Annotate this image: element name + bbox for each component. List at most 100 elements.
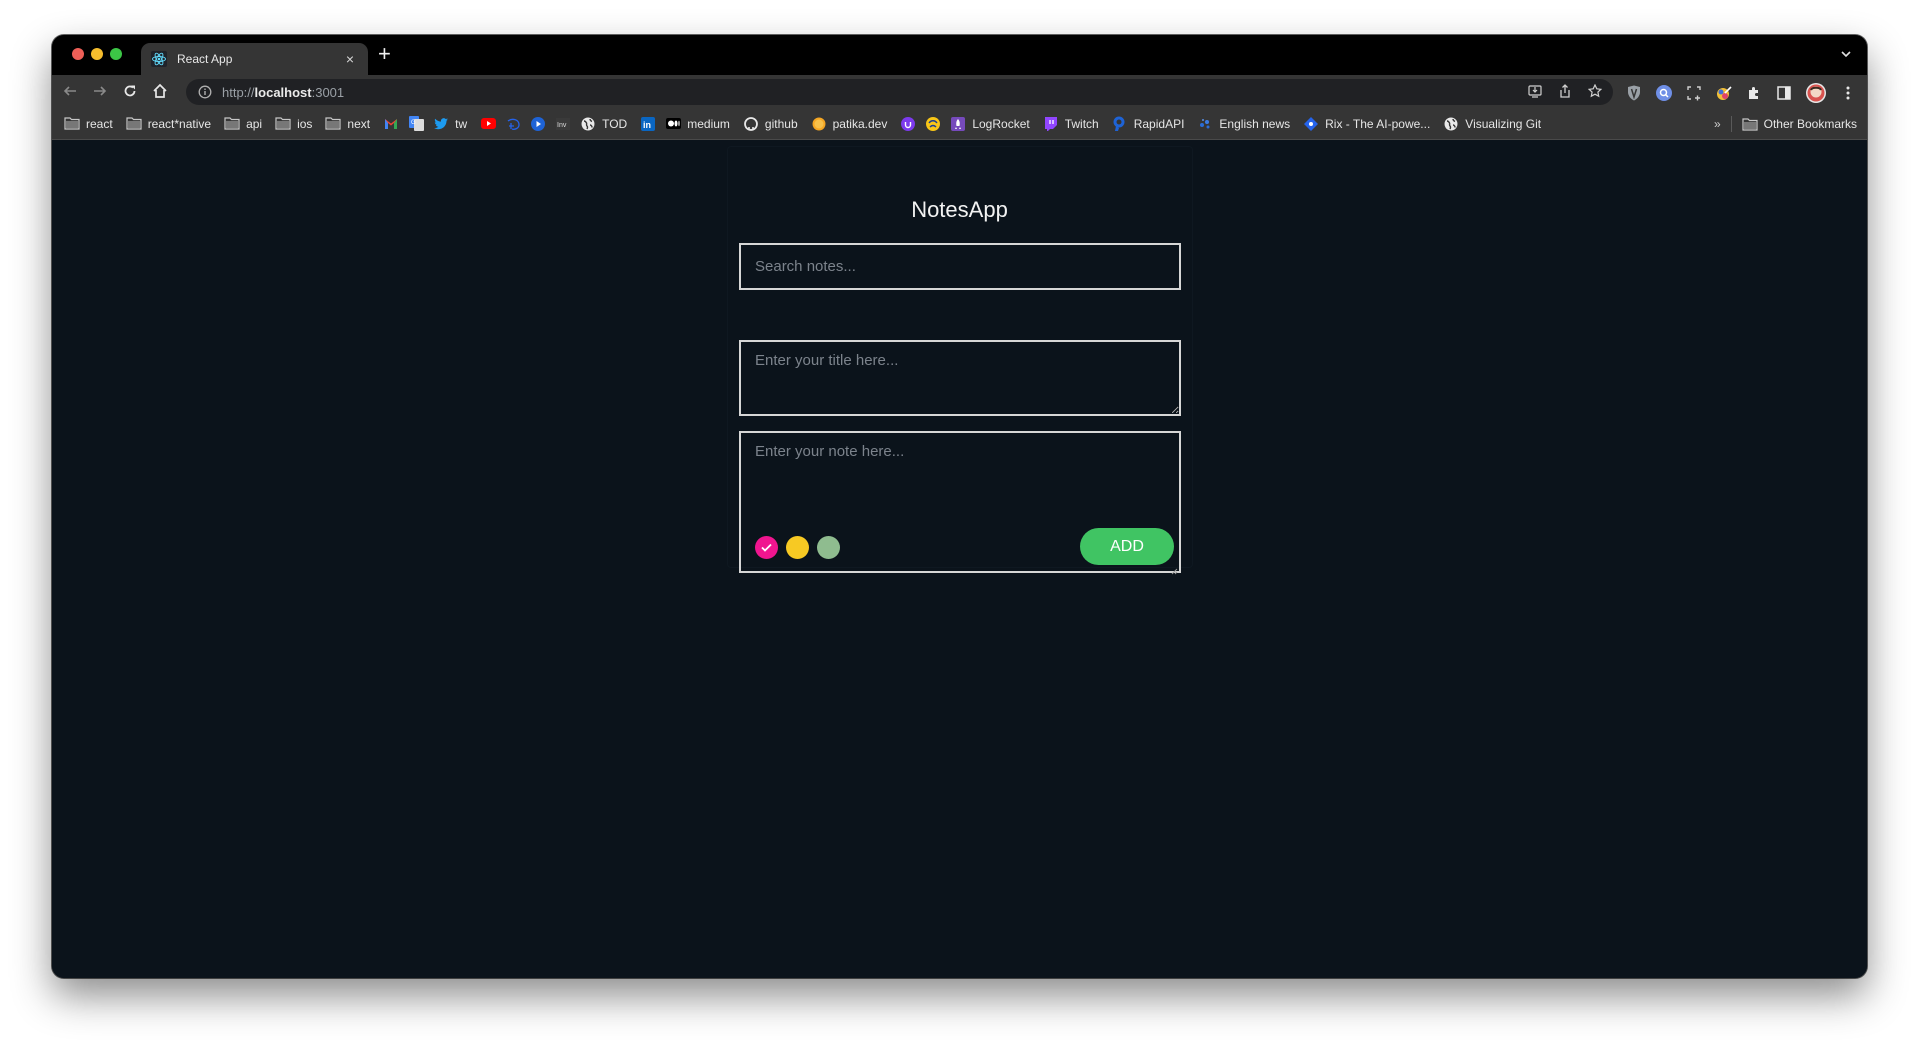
bookmark-item[interactable]: github (743, 112, 798, 136)
reload-icon[interactable] (119, 80, 141, 102)
bookmarks-bar: react react*native api ios next Gtw Inv TOD in me… (52, 108, 1867, 140)
resize-grip-icon[interactable] (1170, 562, 1178, 575)
folder-icon (275, 117, 291, 131)
twitter-icon (433, 117, 449, 131)
inv-icon: Inv (555, 117, 571, 131)
bookmark-label: Visualizing Git (1465, 116, 1542, 131)
more-bookmarks-button[interactable]: » (1714, 117, 1721, 131)
bookmark-item[interactable]: medium (665, 112, 730, 136)
bookmark-item[interactable]: api (224, 112, 262, 136)
color-option-yellow[interactable] (786, 536, 809, 559)
bookmark-item[interactable]: English news (1197, 112, 1290, 136)
tab-title: React App (177, 52, 233, 66)
search-input[interactable] (739, 243, 1181, 290)
bookmark-item[interactable]: tw (433, 112, 467, 136)
sidepanel-icon[interactable] (1776, 85, 1792, 101)
bookmark-item[interactable] (383, 112, 399, 136)
bookmark-item[interactable]: TOD (580, 112, 627, 136)
bookmark-item[interactable]: Twitch (1043, 112, 1099, 136)
bookmark-item[interactable] (530, 112, 546, 136)
bookmark-item[interactable]: Inv (555, 112, 571, 136)
other-bookmarks-label: Other Bookmarks (1763, 117, 1857, 131)
folder-icon (325, 117, 342, 131)
disney-icon (505, 117, 521, 131)
svg-text:G: G (411, 120, 416, 126)
forward-icon[interactable] (89, 80, 111, 102)
svg-text:in: in (643, 120, 651, 130)
bookmark-item[interactable]: react*native (126, 112, 211, 136)
check-icon (761, 543, 772, 552)
url-text[interactable]: http://localhost:3001 (222, 85, 344, 100)
color-option-pink[interactable] (755, 536, 778, 559)
app-title: NotesApp (911, 197, 1008, 222)
bookmark-item[interactable]: Visualizing Git (1443, 112, 1541, 136)
globe-icon (1443, 117, 1459, 131)
bookmark-item[interactable] (900, 112, 916, 136)
play-icon (530, 116, 546, 131)
browser-toolbar: http://localhost:3001 (52, 75, 1867, 108)
folder-icon (64, 117, 80, 131)
note-title-field[interactable] (739, 340, 1181, 416)
bookmark-item[interactable]: G (408, 112, 424, 136)
gmail-icon (383, 117, 399, 131)
menu-kebab-icon[interactable] (1840, 85, 1856, 101)
bookmark-label: RapidAPI (1133, 116, 1185, 131)
minimize-window-button[interactable] (91, 48, 103, 60)
bookmark-label: Twitch (1064, 116, 1099, 131)
bookmark-label: English news (1219, 116, 1291, 131)
news-icon (1197, 117, 1213, 131)
bookmark-item[interactable] (505, 112, 521, 136)
bookmarks-right: » Other Bookmarks (1714, 112, 1857, 136)
omnibox-actions (1527, 83, 1603, 99)
bookmark-item[interactable]: ios (275, 112, 312, 136)
bookmark-label: medium (687, 116, 730, 131)
maximize-window-button[interactable] (110, 48, 122, 60)
bookmark-item[interactable]: RapidAPI (1112, 112, 1185, 136)
bookmark-item[interactable] (925, 112, 941, 136)
bookmarks-separator (1730, 116, 1732, 132)
bookmark-item[interactable]: LogRocket (950, 112, 1030, 136)
colorpicker-extension-icon[interactable] (1716, 85, 1732, 101)
tab-search-chevron-icon[interactable] (1839, 47, 1853, 61)
note-body-field[interactable] (741, 433, 1179, 523)
bookmark-label: react*native (147, 116, 212, 131)
bookmark-item[interactable] (480, 112, 496, 136)
github-icon (743, 116, 759, 131)
screenshot-extension-icon[interactable] (1686, 85, 1702, 101)
bookmark-label: next (347, 116, 371, 131)
logrocket-icon (950, 116, 966, 131)
bookmark-item[interactable]: Rix - The AI-powe... (1303, 112, 1430, 136)
patika-icon (811, 117, 827, 131)
bookmark-item[interactable]: next (325, 112, 370, 136)
rapidapi-icon (1112, 116, 1128, 131)
share-icon[interactable] (1557, 83, 1573, 99)
add-note-button[interactable]: ADD (1080, 528, 1174, 565)
profile-avatar[interactable] (1806, 83, 1826, 103)
color-option-green[interactable] (817, 536, 840, 559)
url-scheme: http:// (222, 84, 255, 100)
bookmark-label: tw (455, 116, 468, 131)
address-bar[interactable]: http://localhost:3001 (186, 79, 1613, 105)
ublock-icon (900, 116, 916, 131)
bookmark-item[interactable]: react (64, 112, 113, 136)
browser-window: React App × + http://localhost:3001 reac… (52, 35, 1867, 978)
other-bookmarks-folder[interactable]: Other Bookmarks (1742, 112, 1857, 136)
globe-icon (580, 117, 596, 131)
tab-close-icon[interactable]: × (342, 51, 358, 67)
youtube-icon (480, 117, 496, 131)
site-info-icon[interactable] (198, 85, 212, 99)
close-window-button[interactable] (72, 48, 84, 60)
back-icon[interactable] (59, 80, 81, 102)
url-port: :3001 (311, 84, 345, 100)
shield-extension-icon[interactable] (1626, 85, 1642, 101)
search-extension-icon[interactable] (1656, 85, 1672, 101)
tab-react-app[interactable]: React App × (141, 43, 368, 75)
install-icon[interactable] (1527, 83, 1543, 99)
home-icon[interactable] (149, 80, 171, 102)
new-tab-button[interactable]: + (378, 41, 391, 67)
bookmark-item[interactable]: patika.dev (811, 112, 887, 136)
bookmark-item[interactable]: in (640, 112, 656, 136)
react-icon (151, 51, 167, 67)
bookmark-star-icon[interactable] (1587, 83, 1603, 99)
extensions-puzzle-icon[interactable] (1746, 85, 1762, 101)
